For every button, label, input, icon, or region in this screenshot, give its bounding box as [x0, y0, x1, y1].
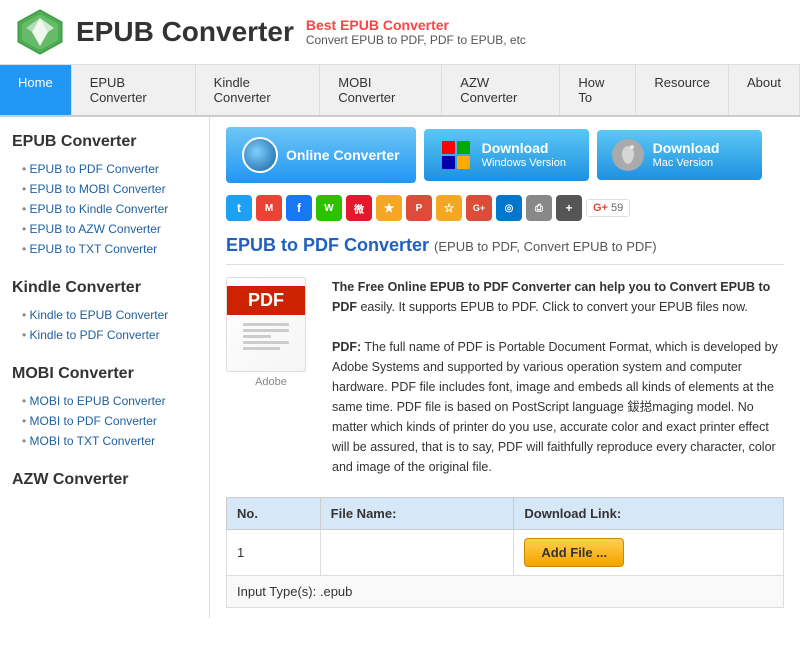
sidebar-title-mobi: MOBI Converter: [12, 365, 197, 383]
content-area: Online Converter Download Windows Versio…: [210, 117, 800, 618]
nav-home[interactable]: Home: [0, 65, 72, 115]
more-social-icon[interactable]: +: [556, 195, 582, 221]
col-no: No.: [227, 498, 321, 530]
sidebar-link-epub-txt[interactable]: EPUB to TXT Converter: [12, 239, 197, 259]
sidebar-title-epub: EPUB Converter: [12, 133, 197, 151]
sidebar-link-mobi-txt[interactable]: MOBI to TXT Converter: [12, 431, 197, 451]
search-social-icon[interactable]: P: [406, 195, 432, 221]
sidebar-title-azw: AZW Converter: [12, 471, 197, 489]
description-text: The Free Online EPUB to PDF Converter ca…: [332, 277, 784, 477]
print-icon[interactable]: ⎙: [526, 195, 552, 221]
nav-howto[interactable]: How To: [560, 65, 636, 115]
sidebar-link-mobi-epub[interactable]: MOBI to EPUB Converter: [12, 391, 197, 411]
adobe-label: Adobe: [226, 376, 316, 388]
download-mac-button[interactable]: Download Mac Version: [597, 130, 762, 180]
nav-azw[interactable]: AZW Converter: [442, 65, 560, 115]
input-type-text: Input Type(s): .epub: [227, 576, 784, 608]
sidebar-section-kindle: Kindle Converter Kindle to EPUB Converte…: [12, 279, 197, 345]
sidebar-link-mobi-pdf[interactable]: MOBI to PDF Converter: [12, 411, 197, 431]
sidebar-title-kindle: Kindle Converter: [12, 279, 197, 297]
weibo-icon[interactable]: 微: [346, 195, 372, 221]
twitter-icon[interactable]: t: [226, 195, 252, 221]
online-button-label: Online Converter: [286, 147, 400, 163]
nav-epub[interactable]: EPUB Converter: [72, 65, 196, 115]
add-file-button[interactable]: Add File ...: [524, 538, 624, 567]
social-row: t M f W 微 ★ P ☆ G+ ◎ ⎙ + G+ 59: [226, 195, 784, 221]
sidebar-section-mobi: MOBI Converter MOBI to EPUB Converter MO…: [12, 365, 197, 451]
header: EPUB Converter Best EPUB Converter Conve…: [0, 0, 800, 65]
pdf-icon-container: PDF Adobe: [226, 277, 316, 477]
globe-icon: [242, 137, 278, 173]
logo-icon: [16, 8, 64, 56]
star-icon[interactable]: ★: [376, 195, 402, 221]
pdf-lines: [239, 319, 294, 357]
navbar: Home EPUB Converter Kindle Converter MOB…: [0, 65, 800, 117]
mac-btn-main: Download: [653, 140, 720, 157]
mac-icon: [611, 138, 645, 172]
download-windows-button[interactable]: Download Windows Version: [424, 129, 589, 181]
sidebar-section-epub: EPUB Converter EPUB to PDF Converter EPU…: [12, 133, 197, 259]
tagline: Best EPUB Converter Convert EPUB to PDF,…: [306, 17, 526, 47]
sidebar-section-azw: AZW Converter: [12, 471, 197, 489]
main-layout: EPUB Converter EPUB to PDF Converter EPU…: [0, 117, 800, 618]
sidebar-link-epub-pdf[interactable]: EPUB to PDF Converter: [12, 159, 197, 179]
online-converter-button[interactable]: Online Converter: [226, 127, 416, 183]
nav-social-icon[interactable]: ◎: [496, 195, 522, 221]
windows-icon: [438, 137, 474, 173]
pdf-label: PDF: [227, 286, 305, 315]
gplus-count: 59: [611, 202, 623, 214]
row-no: 1: [227, 530, 321, 576]
row-link: Add File ...: [514, 530, 784, 576]
bookmark-icon[interactable]: ☆: [436, 195, 462, 221]
table-row: 1 Add File ...: [227, 530, 784, 576]
nav-about[interactable]: About: [729, 65, 800, 115]
gplus-icon[interactable]: G+: [466, 195, 492, 221]
col-filename: File Name:: [320, 498, 514, 530]
nav-resource[interactable]: Resource: [636, 65, 729, 115]
row-filename: [320, 530, 514, 576]
mac-btn-sub: Mac Version: [653, 157, 720, 170]
download-row: Online Converter Download Windows Versio…: [226, 127, 784, 183]
sidebar-link-epub-kindle[interactable]: EPUB to Kindle Converter: [12, 199, 197, 219]
windows-btn-sub: Windows Version: [482, 157, 566, 170]
file-table: No. File Name: Download Link: 1 Add File…: [226, 497, 784, 608]
pdf-image: PDF: [226, 277, 306, 372]
sidebar-link-epub-azw[interactable]: EPUB to AZW Converter: [12, 219, 197, 239]
page-title: EPUB to PDF Converter (EPUB to PDF, Conv…: [226, 235, 784, 265]
wechat-icon[interactable]: W: [316, 195, 342, 221]
facebook-icon[interactable]: f: [286, 195, 312, 221]
nav-kindle[interactable]: Kindle Converter: [196, 65, 321, 115]
col-download: Download Link:: [514, 498, 784, 530]
nav-mobi[interactable]: MOBI Converter: [320, 65, 442, 115]
windows-btn-main: Download: [482, 140, 566, 157]
sidebar-link-epub-mobi[interactable]: EPUB to MOBI Converter: [12, 179, 197, 199]
sidebar: EPUB Converter EPUB to PDF Converter EPU…: [0, 117, 210, 618]
sidebar-link-kindle-epub[interactable]: Kindle to EPUB Converter: [12, 305, 197, 325]
gplus-badge[interactable]: G+ 59: [586, 199, 630, 217]
gmail-icon[interactable]: M: [256, 195, 282, 221]
logo-text: EPUB Converter: [76, 16, 294, 48]
content-body: PDF Adobe The Free Online EPUB to PDF Co…: [226, 277, 784, 477]
input-type-row: Input Type(s): .epub: [227, 576, 784, 608]
sidebar-link-kindle-pdf[interactable]: Kindle to PDF Converter: [12, 325, 197, 345]
